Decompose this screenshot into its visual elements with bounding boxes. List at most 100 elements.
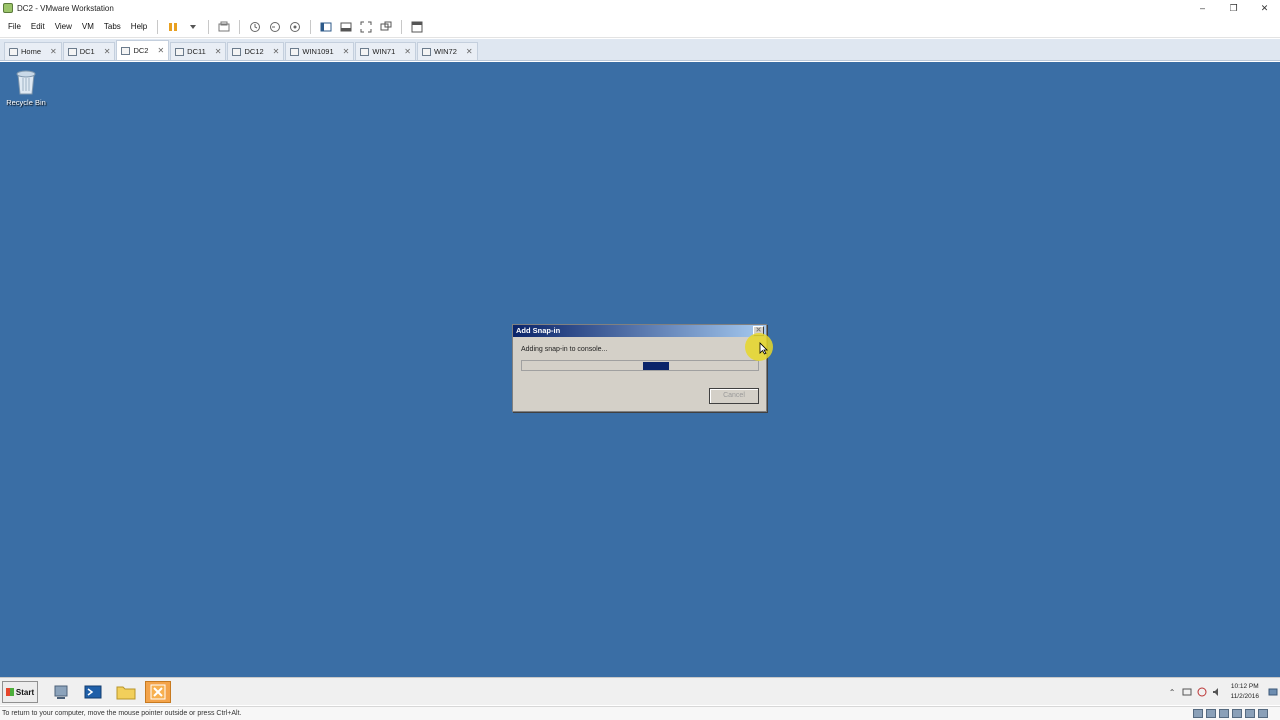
full-screen-icon[interactable] <box>358 19 374 35</box>
network-icon[interactable] <box>1182 687 1193 697</box>
restore-button[interactable]: ❐ <box>1218 0 1249 16</box>
desktop-icon-recycle-bin[interactable]: Recycle Bin <box>6 66 46 107</box>
home-icon <box>9 47 18 56</box>
clock[interactable]: 10:12 PM 11/2/2016 <box>1231 682 1259 702</box>
tab-home[interactable]: Home ✕ <box>4 42 62 60</box>
tab-dc12[interactable]: DC12 ✕ <box>227 42 285 60</box>
tab-win71[interactable]: WIN71 ✕ <box>355 42 416 60</box>
close-icon[interactable]: ✕ <box>104 47 111 56</box>
close-window-button[interactable]: ✕ <box>1249 0 1280 16</box>
toolbar-separator <box>310 19 312 34</box>
desktop-icon-label: Recycle Bin <box>6 98 46 107</box>
window-titlebar: DC2 - VMware Workstation – ❐ ✕ <box>0 0 1280 16</box>
guest-taskbar: Start ⌃ 10:12 PM 11/2/2016 <box>0 677 1280 705</box>
vm-icon <box>121 46 131 55</box>
tab-dc1[interactable]: DC1 ✕ <box>62 42 116 60</box>
revert-snapshot-icon[interactable] <box>267 19 283 35</box>
vmware-app-icon <box>3 3 13 13</box>
menu-vm[interactable]: VM <box>77 16 99 38</box>
tab-label: WIN1091 <box>302 47 334 56</box>
menu-file[interactable]: File <box>3 16 26 38</box>
taskbar-mmc-icon[interactable] <box>145 681 171 703</box>
tab-win72[interactable]: WIN72 ✕ <box>416 42 478 60</box>
console-view-icon[interactable] <box>409 19 425 35</box>
dialog-titlebar: Add Snap-in ✕ <box>513 325 766 337</box>
close-icon[interactable]: ✕ <box>50 47 57 56</box>
vm-icon <box>175 47 185 56</box>
pause-icon[interactable] <box>165 19 181 35</box>
status-message: To return to your computer, move the mou… <box>2 710 242 717</box>
close-icon[interactable]: ✕ <box>466 47 473 56</box>
vm-icon <box>290 47 300 56</box>
tab-label: DC12 <box>244 47 264 56</box>
thumbnail-bar-icon[interactable] <box>338 19 354 35</box>
progress-marquee <box>643 362 669 370</box>
snapshot-manager-icon[interactable] <box>287 19 303 35</box>
device-status-icons <box>1190 709 1268 718</box>
tab-label: DC2 <box>133 46 149 55</box>
vm-icon <box>232 47 242 56</box>
dialog-title: Add Snap-in <box>516 326 561 335</box>
add-snap-in-dialog: Add Snap-in ✕ Adding snap-in to console.… <box>512 324 767 412</box>
close-icon[interactable]: ✕ <box>343 47 350 56</box>
unity-icon[interactable] <box>378 19 394 35</box>
windows-flag-icon <box>5 688 14 696</box>
menu-edit[interactable]: Edit <box>26 16 50 38</box>
vmware-status-bar: To return to your computer, move the mou… <box>0 706 1280 720</box>
taskbar-server-manager-icon[interactable] <box>48 681 74 703</box>
window-controls: – ❐ ✕ <box>1187 0 1280 16</box>
minimize-button[interactable]: – <box>1187 0 1218 16</box>
recycle-bin-icon <box>16 70 36 95</box>
action-center-icon[interactable] <box>1197 687 1208 697</box>
clock-time: 10:12 PM <box>1230 683 1259 690</box>
tab-label: Home <box>21 47 42 56</box>
start-button[interactable]: Start <box>2 681 38 703</box>
taskbar-powershell-icon[interactable] <box>80 681 106 703</box>
vm-icon <box>67 47 77 56</box>
menu-view[interactable]: View <box>50 16 77 38</box>
cancel-button[interactable]: Cancel <box>709 388 759 404</box>
cd-dvd-icon[interactable] <box>1206 709 1216 718</box>
tab-label: DC1 <box>79 47 95 56</box>
vm-icon <box>360 47 370 56</box>
snapshot-icon[interactable] <box>247 19 263 35</box>
show-desktop-icon[interactable] <box>1267 687 1278 697</box>
tab-label: WIN71 <box>372 47 396 56</box>
menu-tabs[interactable]: Tabs <box>99 16 126 38</box>
toolbar-separator <box>157 19 159 34</box>
start-label: Start <box>15 687 35 697</box>
send-ctrl-alt-del-icon[interactable] <box>216 19 232 35</box>
menu-toolbar: File Edit View VM Tabs Help <box>0 16 1280 38</box>
menu-help[interactable]: Help <box>126 16 152 38</box>
window-title: DC2 - VMware Workstation <box>17 3 114 13</box>
tab-win1091[interactable]: WIN1091 ✕ <box>285 42 355 60</box>
network-adapter-icon[interactable] <box>1219 709 1229 718</box>
usb-icon[interactable] <box>1232 709 1242 718</box>
vm-icon <box>421 47 431 56</box>
tab-label: DC11 <box>187 47 206 56</box>
tab-dc2[interactable]: DC2 ✕ <box>116 40 170 60</box>
toolbar-separator <box>401 19 403 34</box>
message-icon[interactable] <box>1258 709 1268 718</box>
dialog-message: Adding snap-in to console... <box>521 346 608 353</box>
tab-dc11[interactable]: DC11 ✕ <box>170 42 227 60</box>
close-icon[interactable]: ✕ <box>273 47 280 56</box>
toolbar-separator <box>239 19 241 34</box>
close-icon[interactable]: ✕ <box>404 47 411 56</box>
clock-date: 11/2/2016 <box>1230 693 1259 700</box>
mouse-pointer-icon <box>759 342 768 355</box>
power-dropdown-chevron-icon[interactable] <box>185 19 201 35</box>
system-tray: ⌃ 10:12 PM 11/2/2016 <box>1165 678 1280 706</box>
tab-label: WIN72 <box>433 47 457 56</box>
hard-disk-icon[interactable] <box>1193 709 1203 718</box>
vm-tab-bar: Home ✕ DC1 ✕ DC2 ✕ DC11 ✕ DC12 ✕ WIN1091… <box>0 39 1280 61</box>
progress-bar <box>521 360 759 371</box>
taskbar-explorer-icon[interactable] <box>113 681 139 703</box>
toolbar-separator <box>208 19 210 34</box>
show-hidden-icons-chevron-icon[interactable]: ⌃ <box>1167 687 1178 697</box>
close-icon[interactable]: ✕ <box>157 46 164 55</box>
show-library-icon[interactable] <box>318 19 334 35</box>
close-icon[interactable]: ✕ <box>215 47 222 56</box>
sound-card-icon[interactable] <box>1245 709 1255 718</box>
volume-icon[interactable] <box>1212 687 1223 697</box>
